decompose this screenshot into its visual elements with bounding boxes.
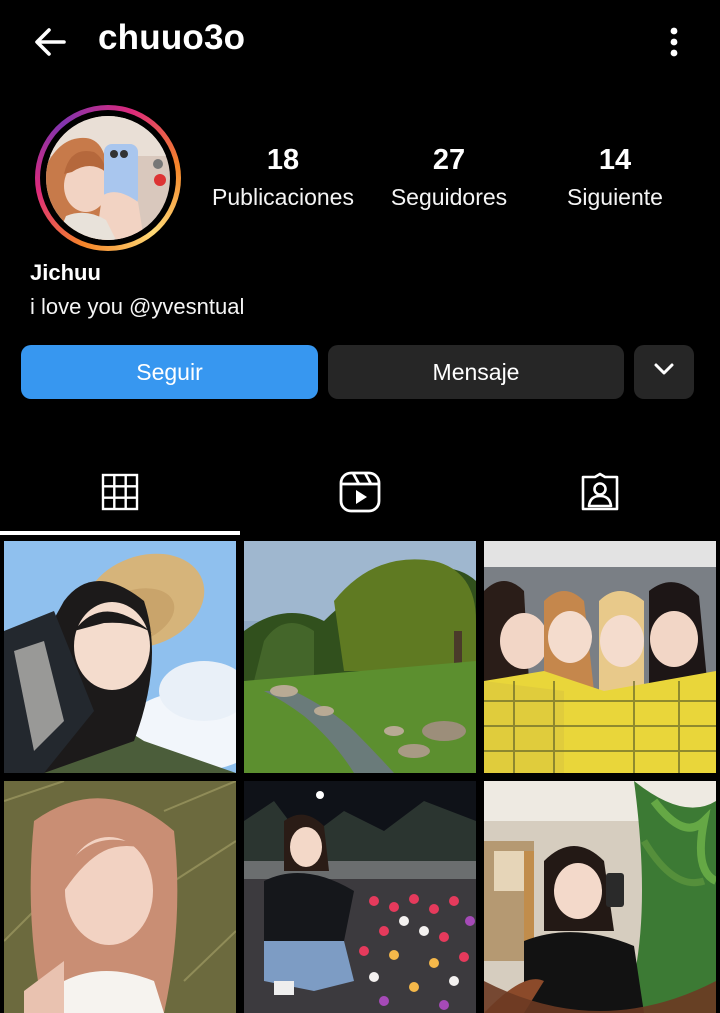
display-name: Jichuu <box>30 260 101 285</box>
reels-icon <box>338 470 382 519</box>
stat-following-count: 14 <box>598 144 632 176</box>
arrow-left-icon[interactable] <box>30 22 70 62</box>
post-thumbnail[interactable] <box>484 541 716 773</box>
stat-followers[interactable]: 27 Seguidores <box>379 142 519 216</box>
tab-tagged[interactable] <box>480 450 720 538</box>
post-thumbnail[interactable] <box>4 781 236 1013</box>
suggested-dropdown-button[interactable] <box>634 345 694 399</box>
chevron-down-icon <box>651 356 677 388</box>
stat-followers-label: Seguidores <box>390 184 508 210</box>
profile-username: chuuo3o <box>98 18 246 57</box>
tagged-icon <box>580 472 620 517</box>
bio-text[interactable]: i love you @yvesntual <box>30 294 244 320</box>
story-ring[interactable] <box>35 105 181 251</box>
post-thumbnail[interactable] <box>4 541 236 773</box>
post-thumbnail[interactable] <box>484 781 716 1013</box>
stat-posts-count: 18 <box>266 144 300 176</box>
stat-following[interactable]: 14 Siguiente <box>549 142 681 216</box>
tab-posts[interactable] <box>0 450 240 538</box>
active-tab-indicator <box>0 531 240 535</box>
avatar <box>46 116 170 240</box>
more-vertical-icon[interactable] <box>655 22 693 62</box>
post-thumbnail[interactable] <box>244 541 476 773</box>
stat-posts[interactable]: 18 Publicaciones <box>202 142 364 216</box>
profile-tabs <box>0 450 720 538</box>
message-button[interactable]: Mensaje <box>328 345 624 399</box>
stat-posts-label: Publicaciones <box>212 184 354 210</box>
tab-reels[interactable] <box>240 450 480 538</box>
stat-following-label: Siguiente <box>567 184 663 210</box>
stat-followers-count: 27 <box>432 144 466 176</box>
post-thumbnail[interactable] <box>244 781 476 1013</box>
grid-icon <box>100 472 140 517</box>
follow-button[interactable]: Seguir <box>21 345 318 399</box>
top-bar: chuuo3o <box>0 0 720 84</box>
